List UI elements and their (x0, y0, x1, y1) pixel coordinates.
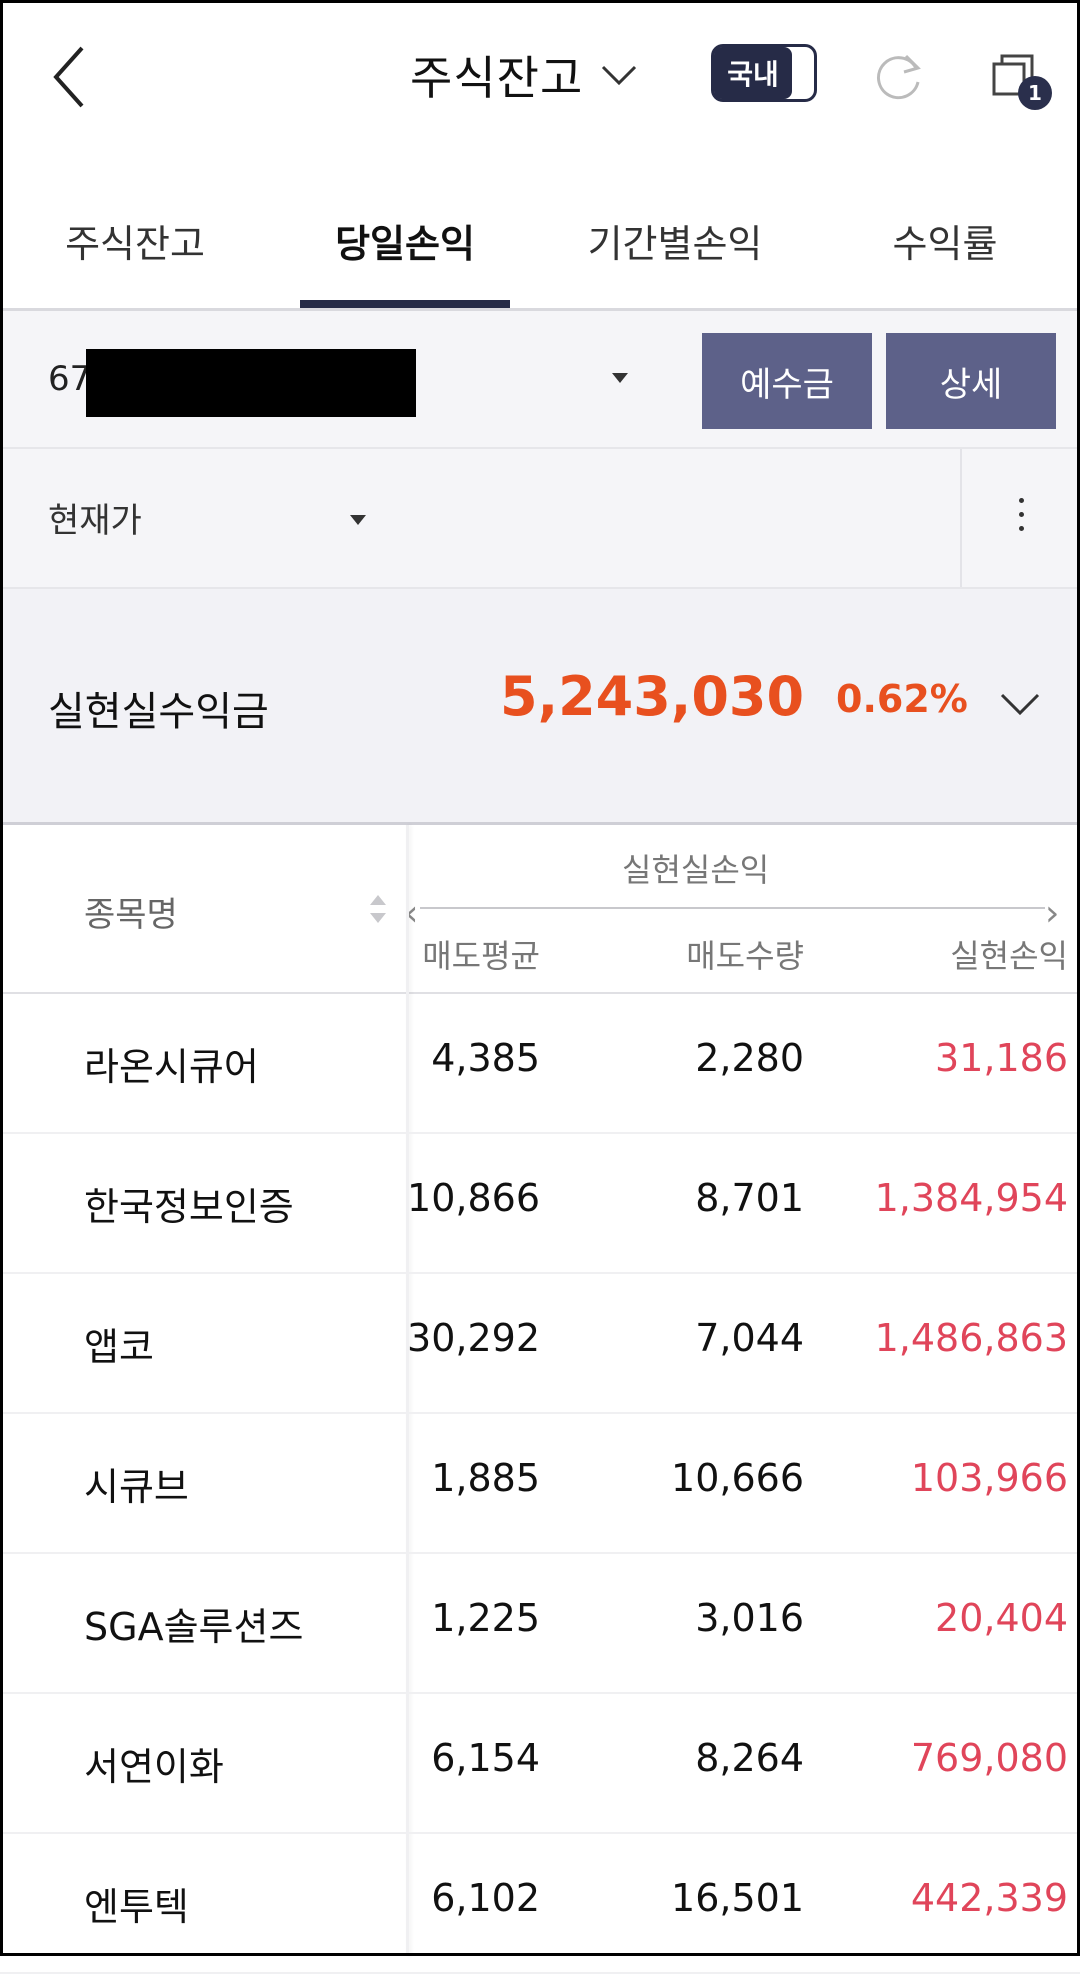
sell-average: 30,292 (407, 1316, 540, 1360)
realized-profit-summary: 실현실수익금 5,243,030 0.62% (0, 589, 1080, 823)
detail-button[interactable]: 상세 (886, 333, 1056, 429)
table-row[interactable]: 라온시큐어 4,385 2,280 31,186 (0, 994, 1080, 1134)
sell-average: 6,102 (431, 1876, 540, 1920)
tab-stock-balance[interactable]: 주식잔고 (40, 210, 230, 270)
realized-pnl: 20,404 (935, 1596, 1068, 1640)
sell-average: 1,885 (431, 1456, 540, 1500)
holdings-list: 라온시큐어 4,385 2,280 31,186 한국정보인증 10,866 8… (0, 994, 1080, 1974)
account-row: 67 예수금 상세 (0, 311, 1080, 447)
realized-pnl: 1,486,863 (874, 1316, 1068, 1360)
stock-name: 서연이화 (84, 1745, 224, 1789)
realized-pnl: 1,384,954 (874, 1176, 1068, 1220)
tab-return-rate[interactable]: 수익률 (870, 210, 1020, 270)
realized-pnl: 442,339 (910, 1876, 1068, 1920)
sell-quantity: 8,701 (695, 1176, 804, 1220)
sell-average: 6,154 (431, 1736, 540, 1780)
redacted-account-number (86, 349, 416, 417)
column-header-sell-avg: 매도평균 (422, 937, 540, 975)
column-header-sell-qty: 매도수량 (686, 937, 804, 975)
table-row[interactable]: 엔투텍 6,102 16,501 442,339 (0, 1834, 1080, 1974)
expand-chevron-icon[interactable] (998, 681, 1042, 725)
table-row[interactable]: 서연이화 6,154 8,264 769,080 (0, 1694, 1080, 1834)
table-row[interactable]: 앱코 30,292 7,044 1,486,863 (0, 1274, 1080, 1414)
sell-quantity: 3,016 (695, 1596, 804, 1640)
deposit-button[interactable]: 예수금 (702, 333, 872, 429)
window-count-badge: 1 (1018, 76, 1052, 110)
scroll-indicator-line (420, 907, 1045, 909)
refresh-icon (877, 54, 921, 100)
tab-period-pnl[interactable]: 기간별손익 (570, 210, 780, 270)
realized-pnl: 769,080 (910, 1736, 1068, 1780)
stock-name: 시큐브 (84, 1465, 189, 1509)
caret-down-icon (350, 515, 366, 525)
active-tab-indicator (300, 300, 510, 308)
table-row[interactable]: SGA솔루션즈 1,225 3,016 20,404 (0, 1554, 1080, 1694)
sell-average: 4,385 (431, 1036, 540, 1080)
table-row[interactable]: 시큐브 1,885 10,666 103,966 (0, 1414, 1080, 1554)
price-type-label: 현재가 (48, 501, 142, 541)
realized-pnl: 31,186 (935, 1036, 1068, 1080)
app-header: 주식잔고 국내 1 (0, 0, 1080, 150)
back-button[interactable] (44, 42, 104, 112)
sort-icon[interactable] (368, 893, 388, 925)
scroll-right-icon[interactable]: › (1045, 893, 1059, 934)
sell-quantity: 16,501 (671, 1876, 804, 1920)
realized-pnl: 103,966 (910, 1456, 1068, 1500)
more-menu-icon[interactable] (1015, 493, 1027, 543)
toggle-label: 국내 (714, 47, 792, 99)
column-header-realized-pnl: 실현손익 (950, 937, 1068, 975)
chevron-down-icon (602, 65, 637, 86)
tab-bar: 주식잔고 당일손익 기간별손익 수익률 (0, 190, 1080, 310)
page-title: 주식잔고 (410, 51, 584, 105)
stock-name: 앱코 (84, 1325, 154, 1369)
domestic-toggle[interactable]: 국내 (711, 44, 817, 102)
stock-name: 엔투텍 (84, 1885, 189, 1929)
sell-quantity: 2,280 (695, 1036, 804, 1080)
sell-average: 10,866 (407, 1176, 540, 1220)
stock-name: 한국정보인증 (84, 1185, 294, 1229)
title-dropdown[interactable]: 주식잔고 (410, 40, 639, 110)
stock-name: 라온시큐어 (84, 1045, 259, 1089)
summary-value: 5,243,030 (500, 665, 805, 728)
table-header: 종목명 실현실손익 ‹ › 매도평균 매도수량 실현손익 (0, 825, 1080, 993)
account-number: 67 (48, 359, 92, 399)
column-header-name: 종목명 (84, 895, 178, 935)
tab-daily-pnl[interactable]: 당일손익 (300, 210, 510, 270)
table-row[interactable]: 한국정보인증 10,866 8,701 1,384,954 (0, 1134, 1080, 1274)
summary-label: 실현실수익금 (48, 689, 269, 735)
summary-rate: 0.62% (836, 677, 968, 721)
sell-quantity: 7,044 (695, 1316, 804, 1360)
back-arrow-icon (53, 46, 84, 108)
stock-name: SGA솔루션즈 (84, 1605, 304, 1649)
sell-quantity: 8,264 (695, 1736, 804, 1780)
caret-down-icon (612, 373, 628, 383)
column-group-header: 실현실손익 (622, 851, 770, 889)
sell-average: 1,225 (431, 1596, 540, 1640)
divider (960, 449, 962, 587)
refresh-button[interactable] (872, 48, 928, 104)
price-row: 현재가 (0, 449, 1080, 587)
sell-quantity: 10,666 (671, 1456, 804, 1500)
